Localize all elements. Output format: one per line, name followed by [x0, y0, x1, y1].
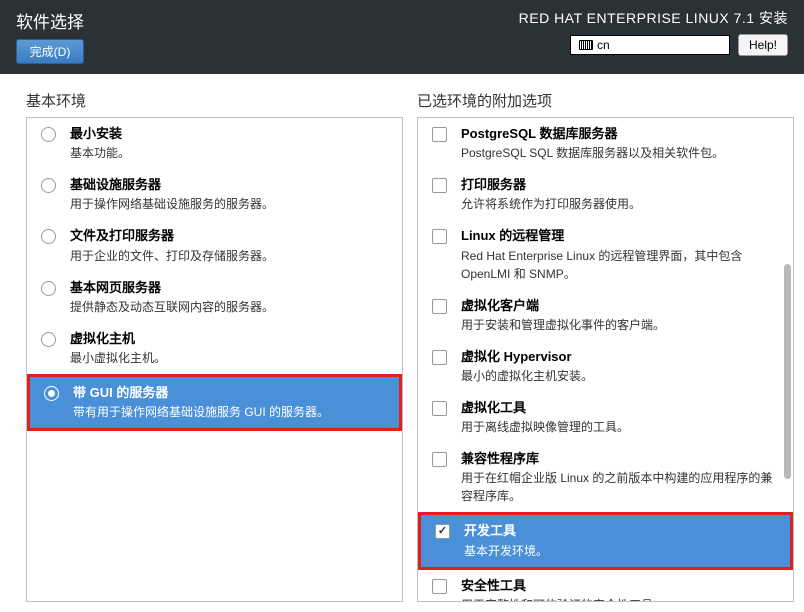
item-desc: 允许将系统作为打印服务器使用。 [461, 195, 783, 213]
addon-item[interactable]: 开发工具 基本开发环境。 [418, 512, 793, 569]
addon-item[interactable]: Linux 的远程管理 Red Hat Enterprise Linux 的远程… [418, 220, 793, 289]
header-controls: cn Help! [570, 34, 788, 56]
base-env-item[interactable]: 虚拟化主机 最小虚拟化主机。 [27, 323, 402, 374]
item-title: 打印服务器 [461, 176, 783, 194]
checkbox-icon [432, 401, 447, 416]
item-text: 安全性工具 用于完整性和可信验证的安全性工具。 [461, 577, 783, 603]
item-desc: 用于离线虚拟映像管理的工具。 [461, 418, 783, 436]
item-text: 兼容性程序库 用于在红帽企业版 Linux 的之前版本中构建的应用程序的兼容程序… [461, 450, 783, 505]
item-title: 基础设施服务器 [70, 176, 392, 194]
checkbox-icon [432, 127, 447, 142]
addon-item[interactable]: 兼容性程序库 用于在红帽企业版 Linux 的之前版本中构建的应用程序的兼容程序… [418, 443, 793, 512]
addon-item[interactable]: 虚拟化 Hypervisor 最小的虚拟化主机安装。 [418, 341, 793, 392]
item-title: 虚拟化主机 [70, 330, 392, 348]
addon-item[interactable]: 安全性工具 用于完整性和可信验证的安全性工具。 [418, 570, 793, 603]
radio-icon [41, 127, 56, 142]
item-text: 打印服务器 允许将系统作为打印服务器使用。 [461, 176, 783, 213]
item-text: Linux 的远程管理 Red Hat Enterprise Linux 的远程… [461, 227, 783, 282]
install-title: RED HAT ENTERPRISE LINUX 7.1 安装 [519, 8, 788, 28]
base-env-item[interactable]: 基本网页服务器 提供静态及动态互联网内容的服务器。 [27, 272, 402, 323]
radio-icon [41, 229, 56, 244]
item-title: Linux 的远程管理 [461, 227, 783, 245]
base-environment-pane: 基本环境 最小安装 基本功能。 基础设施服务器 用于操作网络基础设施服务的服务器… [26, 90, 403, 602]
item-desc: Red Hat Enterprise Linux 的远程管理界面，其中包含 Op… [461, 247, 783, 283]
item-desc: PostgreSQL SQL 数据库服务器以及相关软件包。 [461, 144, 783, 162]
item-text: 开发工具 基本开发环境。 [464, 522, 780, 559]
item-desc: 带有用于操作网络基础设施服务 GUI 的服务器。 [73, 403, 389, 421]
item-title: 基本网页服务器 [70, 279, 392, 297]
radio-icon [41, 332, 56, 347]
item-desc: 最小的虚拟化主机安装。 [461, 367, 783, 385]
help-button[interactable]: Help! [738, 34, 788, 56]
radio-icon [44, 386, 59, 401]
item-desc: 用于安装和管理虚拟化事件的客户端。 [461, 316, 783, 334]
addon-item[interactable]: PostgreSQL 数据库服务器 PostgreSQL SQL 数据库服务器以… [418, 118, 793, 169]
item-title: 文件及打印服务器 [70, 227, 392, 245]
scrollbar-thumb[interactable] [784, 264, 791, 480]
checkbox-icon [432, 350, 447, 365]
addons-pane: 已选环境的附加选项 PostgreSQL 数据库服务器 PostgreSQL S… [417, 90, 794, 602]
item-desc: 用于企业的文件、打印及存储服务器。 [70, 247, 392, 265]
item-text: 最小安装 基本功能。 [70, 125, 392, 162]
addon-item[interactable]: 虚拟化工具 用于离线虚拟映像管理的工具。 [418, 392, 793, 443]
item-text: PostgreSQL 数据库服务器 PostgreSQL SQL 数据库服务器以… [461, 125, 783, 162]
item-text: 带 GUI 的服务器 带有用于操作网络基础设施服务 GUI 的服务器。 [73, 384, 389, 421]
item-text: 基础设施服务器 用于操作网络基础设施服务的服务器。 [70, 176, 392, 213]
item-desc: 基本功能。 [70, 144, 392, 162]
checkbox-icon [435, 524, 450, 539]
item-title: PostgreSQL 数据库服务器 [461, 125, 783, 143]
done-button[interactable]: 完成(D) [16, 39, 84, 64]
checkbox-icon [432, 579, 447, 594]
item-desc: 最小虚拟化主机。 [70, 349, 392, 367]
item-title: 虚拟化 Hypervisor [461, 348, 783, 366]
radio-icon [41, 281, 56, 296]
item-text: 虚拟化 Hypervisor 最小的虚拟化主机安装。 [461, 348, 783, 385]
item-desc: 用于完整性和可信验证的安全性工具。 [461, 596, 783, 602]
base-env-item[interactable]: 基础设施服务器 用于操作网络基础设施服务的服务器。 [27, 169, 402, 220]
item-desc: 基本开发环境。 [464, 542, 780, 560]
base-env-item[interactable]: 带 GUI 的服务器 带有用于操作网络基础设施服务 GUI 的服务器。 [27, 374, 402, 431]
item-text: 文件及打印服务器 用于企业的文件、打印及存储服务器。 [70, 227, 392, 264]
radio-icon [41, 178, 56, 193]
item-title: 带 GUI 的服务器 [73, 384, 389, 402]
page-title: 软件选择 [16, 8, 84, 33]
item-title: 虚拟化工具 [461, 399, 783, 417]
item-text: 虚拟化主机 最小虚拟化主机。 [70, 330, 392, 367]
lang-code: cn [597, 38, 610, 52]
checkbox-icon [432, 178, 447, 193]
addons-title: 已选环境的附加选项 [417, 90, 794, 111]
base-env-title: 基本环境 [26, 90, 403, 111]
header-left: 软件选择 完成(D) [16, 8, 84, 64]
header: 软件选择 完成(D) RED HAT ENTERPRISE LINUX 7.1 … [0, 0, 804, 74]
item-text: 基本网页服务器 提供静态及动态互联网内容的服务器。 [70, 279, 392, 316]
item-desc: 用于在红帽企业版 Linux 的之前版本中构建的应用程序的兼容程序库。 [461, 469, 783, 505]
item-desc: 提供静态及动态互联网内容的服务器。 [70, 298, 392, 316]
checkbox-icon [432, 452, 447, 467]
addon-item[interactable]: 打印服务器 允许将系统作为打印服务器使用。 [418, 169, 793, 220]
item-title: 安全性工具 [461, 577, 783, 595]
item-text: 虚拟化工具 用于离线虚拟映像管理的工具。 [461, 399, 783, 436]
item-title: 最小安装 [70, 125, 392, 143]
header-right: RED HAT ENTERPRISE LINUX 7.1 安装 cn Help! [519, 8, 788, 56]
content: 基本环境 最小安装 基本功能。 基础设施服务器 用于操作网络基础设施服务的服务器… [0, 74, 804, 612]
keyboard-layout-indicator[interactable]: cn [570, 35, 730, 55]
base-env-list[interactable]: 最小安装 基本功能。 基础设施服务器 用于操作网络基础设施服务的服务器。 文件及… [26, 117, 403, 602]
checkbox-icon [432, 229, 447, 244]
addon-item[interactable]: 虚拟化客户端 用于安装和管理虚拟化事件的客户端。 [418, 290, 793, 341]
base-env-item[interactable]: 最小安装 基本功能。 [27, 118, 402, 169]
item-title: 兼容性程序库 [461, 450, 783, 468]
item-title: 虚拟化客户端 [461, 297, 783, 315]
item-desc: 用于操作网络基础设施服务的服务器。 [70, 195, 392, 213]
base-env-item[interactable]: 文件及打印服务器 用于企业的文件、打印及存储服务器。 [27, 220, 402, 271]
addons-list[interactable]: PostgreSQL 数据库服务器 PostgreSQL SQL 数据库服务器以… [417, 117, 794, 602]
keyboard-icon [579, 40, 593, 50]
checkbox-icon [432, 299, 447, 314]
scrollbar[interactable] [784, 120, 791, 599]
item-title: 开发工具 [464, 522, 780, 540]
item-text: 虚拟化客户端 用于安装和管理虚拟化事件的客户端。 [461, 297, 783, 334]
